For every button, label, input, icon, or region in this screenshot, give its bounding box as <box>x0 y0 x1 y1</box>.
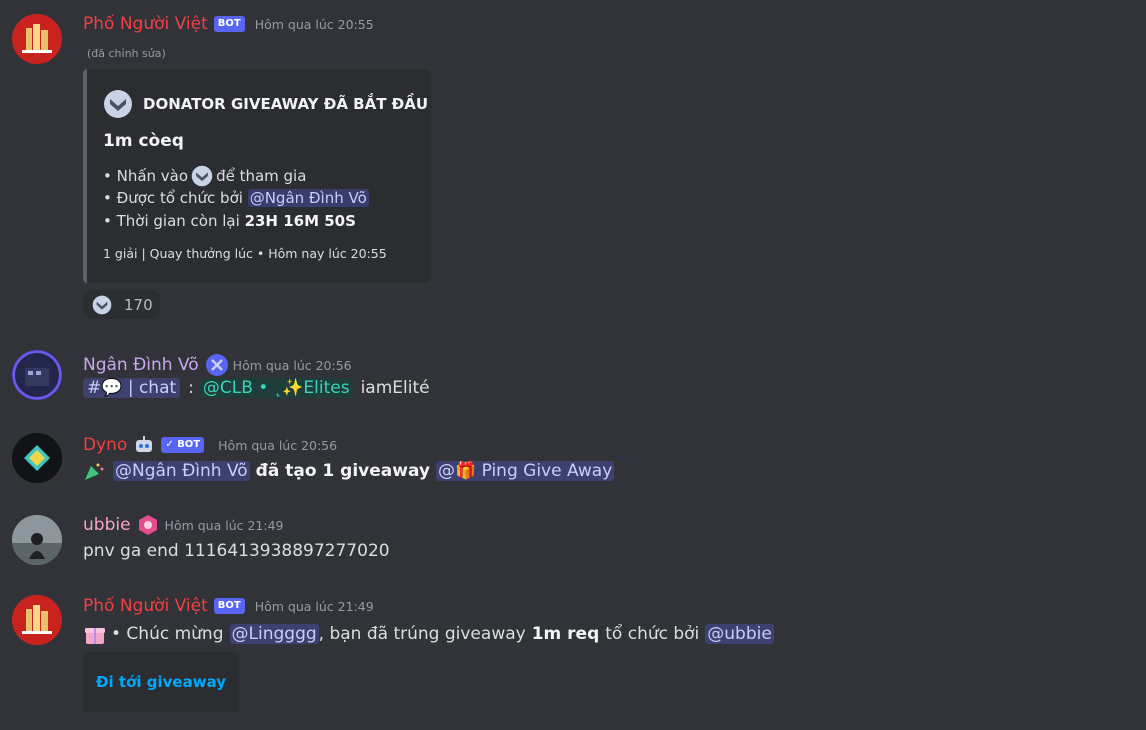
robot-emoji-icon <box>136 436 153 452</box>
user-avatar-icon <box>12 515 62 565</box>
timestamp: Hôm qua lúc 20:56 <box>232 357 352 373</box>
gift-icon <box>85 628 105 644</box>
embed-prize: 1m còeq <box>103 131 184 151</box>
giveaway-emblem-icon <box>92 295 112 314</box>
channel-mention[interactable]: #💬 | chat <box>83 378 181 398</box>
giveaway-emblem-icon <box>104 90 132 118</box>
embed-line1-post: để tham gia <box>216 167 307 185</box>
go-to-giveaway-button[interactable]: Đi tới giveaway <box>83 652 239 712</box>
message-tail: iamElité <box>360 378 430 398</box>
message-text: pnv ga end 1116413938897277020 <box>83 541 390 561</box>
timestamp: Hôm qua lúc 21:49 <box>164 517 284 533</box>
message-bold: 1m req <box>531 624 600 644</box>
giveaway-emblem-icon <box>191 165 213 187</box>
time-remaining: 23H 16M 50S <box>244 212 356 230</box>
embed-line1-pre: • Nhấn vào <box>103 167 189 185</box>
bot-tag: BOT <box>213 598 245 614</box>
reaction-count: 170 <box>124 295 153 314</box>
edited-label: (đã chỉnh sửa) <box>87 47 166 60</box>
embed-title: DONATOR GIVEAWAY ĐÃ BẮT ĐẦU <box>143 95 429 113</box>
user-mention[interactable]: @Lingggg <box>229 624 319 644</box>
username[interactable]: Dyno <box>83 435 127 455</box>
party-popper-icon <box>85 463 104 480</box>
user-mention[interactable]: @ubbie <box>705 624 774 644</box>
booster-badge-icon <box>138 515 157 535</box>
username[interactable]: ubbie <box>83 515 131 535</box>
giveaway-embed: DONATOR GIVEAWAY ĐÃ BẮT ĐẦU 1m còeq • Nh… <box>83 69 431 283</box>
role-mention[interactable]: @CLB • ˛✨Elites <box>199 378 353 398</box>
avatar[interactable] <box>12 433 62 483</box>
embed-footer: 1 giải | Quay thưởng lúc • Hôm nay lúc 2… <box>103 246 387 261</box>
timestamp: Hôm qua lúc 20:55 <box>254 16 374 32</box>
message-bold: đã tạo 1 giveaway <box>255 461 430 481</box>
user-mention[interactable]: @Ngân Đình Võ <box>247 189 369 207</box>
avatar[interactable] <box>12 14 62 64</box>
username[interactable]: Ngân Đình Võ <box>83 355 199 375</box>
bot-tag: BOT <box>213 16 245 32</box>
embed-line2-pre: • Được tổ chức bởi <box>103 189 243 207</box>
message-mid: , bạn đã trúng giveaway <box>318 624 526 644</box>
avatar[interactable] <box>12 595 62 645</box>
user-avatar-icon <box>13 351 61 399</box>
nitro-badge-icon <box>205 354 228 376</box>
message-mid2: tổ chức bởi <box>605 624 700 644</box>
server-logo-icon <box>12 595 62 645</box>
server-logo-icon <box>12 14 62 64</box>
message-pre: • Chúc mừng <box>111 624 224 644</box>
avatar[interactable] <box>12 350 62 400</box>
separator: : <box>188 378 194 398</box>
embed-line3-pre: • Thời gian còn lại <box>103 212 240 230</box>
verified-bot-tag: ✓ BOT <box>161 437 205 453</box>
avatar[interactable] <box>12 515 62 565</box>
dyno-logo-icon <box>12 433 62 483</box>
timestamp: Hôm qua lúc 20:56 <box>218 437 338 453</box>
timestamp: Hôm qua lúc 21:49 <box>254 598 374 614</box>
user-mention[interactable]: @Ngân Đình Võ <box>113 461 250 481</box>
role-mention[interactable]: @🎁 Ping Give Away <box>436 461 615 481</box>
reaction-button[interactable]: 170 <box>83 290 160 319</box>
username[interactable]: Phố Người Việt <box>83 14 208 34</box>
username[interactable]: Phố Người Việt <box>83 596 208 616</box>
